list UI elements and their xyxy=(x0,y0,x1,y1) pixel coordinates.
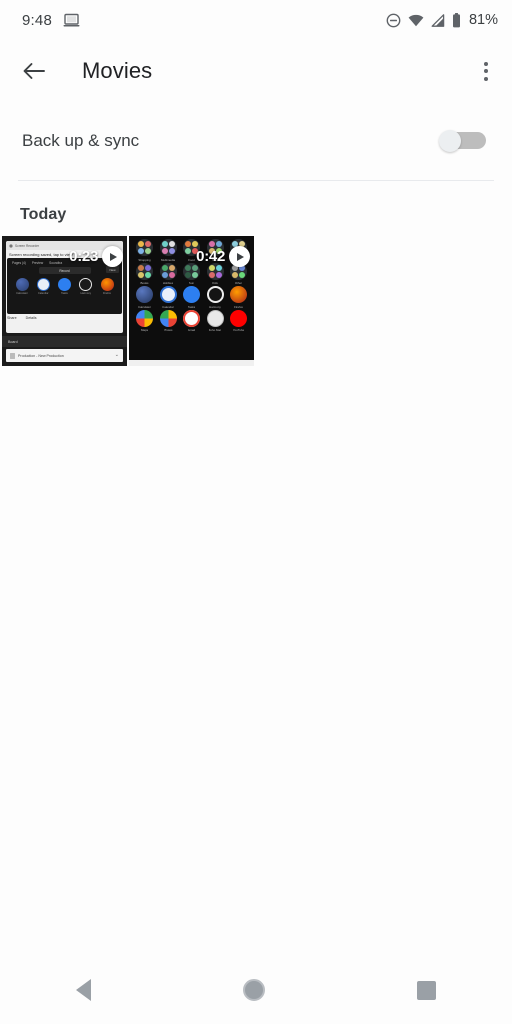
capture-tab: Soundtra xyxy=(49,261,63,265)
drawer-app-label: Gmail xyxy=(187,328,196,332)
video-thumbnail-grid: Screen Recorder Screen recording saved, … xyxy=(0,236,512,366)
capture-dropdown: Production - New Production ⌄ xyxy=(6,349,123,362)
capture-app-icon-calculator: Calculator xyxy=(12,278,32,295)
drawer-folder-books: Books xyxy=(134,262,155,285)
capture-tab: Preview xyxy=(31,261,44,265)
drawer-app-label: Books xyxy=(140,281,149,285)
status-bar-left: 9:48 xyxy=(22,12,80,29)
drawer-app-harmony: Harmony xyxy=(205,286,226,309)
nav-recents-button[interactable] xyxy=(417,980,436,1000)
page-title: Movies xyxy=(82,58,153,83)
drawer-app-calendar: Calendar xyxy=(158,286,179,309)
video-duration: 0:23 xyxy=(69,248,98,265)
drawer-row: Calculator Calendar Tasks Harmony Firefo… xyxy=(132,286,251,309)
capture-app-label: Harmony xyxy=(80,292,92,295)
capture-action-row: Share Details xyxy=(7,316,37,320)
section-header-today: Today xyxy=(20,206,67,223)
capture-dropdown-text: Production - New Production xyxy=(18,353,64,358)
status-bar-clock: 9:48 xyxy=(22,11,52,29)
drawer-app-label: Kids xyxy=(212,281,218,285)
drawer-app-label: Shopping xyxy=(138,257,151,262)
chevron-down-icon: ⌄ xyxy=(114,352,119,358)
nav-back-button[interactable] xyxy=(76,979,91,1001)
capture-app-label: Tasks xyxy=(61,292,68,295)
capture-app-label: Firefox xyxy=(103,292,111,295)
drawer-app-label: Maps xyxy=(140,328,149,332)
drawer-app-label: Zoho Mail xyxy=(208,328,222,332)
toggle-thumb xyxy=(439,130,461,152)
capture-app-icon-calendar: Calendar xyxy=(33,278,53,295)
drawer-app-label: Tasks xyxy=(187,304,196,309)
drawer-app-label: Photos xyxy=(163,328,173,332)
capture-app-label: Calendar xyxy=(37,292,49,295)
overflow-dot xyxy=(484,61,488,66)
laptop-cast-icon xyxy=(63,13,80,28)
play-icon[interactable] xyxy=(102,246,123,267)
capture-tab: Pages (4) xyxy=(12,261,26,265)
back-arrow-icon[interactable] xyxy=(22,61,46,81)
video-overlay: 0:42 xyxy=(196,246,250,267)
drawer-app-youtube: YouTube xyxy=(228,309,249,332)
capture-app-icon-harmony: Harmony xyxy=(76,278,96,295)
capture-corner-button: New xyxy=(106,266,119,273)
drawer-app-calculator: Calculator xyxy=(134,286,155,309)
capture-strip-label: Board xyxy=(2,336,127,347)
status-bar-right: 81% xyxy=(386,12,498,28)
overflow-dot xyxy=(484,69,488,73)
video-thumbnail[interactable]: Screen Recorder Screen recording saved, … xyxy=(2,236,127,366)
do-not-disturb-icon xyxy=(386,13,401,28)
battery-icon xyxy=(452,12,461,28)
backup-and-sync-label: Back up & sync xyxy=(22,131,140,150)
drawer-app-tasks: Tasks xyxy=(181,286,202,309)
drawer-app-label: Calendar xyxy=(162,304,174,309)
drawer-folder-shopping: Shopping xyxy=(134,239,155,262)
capture-app-icon-tasks: Tasks xyxy=(55,278,75,295)
wifi-icon xyxy=(408,14,424,27)
drawer-app-photos: Photos xyxy=(158,309,179,332)
drawer-row: Maps Photos Gmail Zoho Mail YouTube xyxy=(132,309,251,332)
document-icon xyxy=(10,352,15,359)
drawer-app-firefox: Firefox xyxy=(228,286,249,309)
status-bar: 9:48 81% xyxy=(0,0,512,40)
capture-icon-row: Calculator Calendar Tasks Harmony Firefo… xyxy=(10,277,119,295)
video-overlay: 0:23 xyxy=(69,246,123,267)
cellular-signal-icon xyxy=(431,13,445,27)
backup-and-sync-row[interactable]: Back up & sync xyxy=(0,102,512,180)
video-thumbnail[interactable]: Shopping Multimedia Food Tools Life xyxy=(129,236,254,366)
capture-app-icon-firefox: Firefox xyxy=(97,278,117,295)
overflow-dot xyxy=(484,76,488,81)
play-icon[interactable] xyxy=(229,246,250,267)
drawer-app-label: Calculator xyxy=(137,304,151,309)
nav-home-button[interactable] xyxy=(243,979,265,1001)
drawer-app-gmail: Gmail xyxy=(181,309,202,332)
app-bar: Movies xyxy=(0,40,512,102)
drawer-app-maps: Maps xyxy=(134,309,155,332)
capture-record-pill: Record xyxy=(38,267,91,274)
backup-and-sync-toggle[interactable] xyxy=(439,130,486,152)
drawer-folder-multimedia: Multimedia xyxy=(158,239,179,262)
drawer-app-label: Firefox xyxy=(234,304,243,309)
drawer-app-label: Other xyxy=(234,281,243,285)
system-navigation-bar xyxy=(0,956,512,1024)
capture-action-details: Details xyxy=(25,316,37,320)
drawer-app-zoho-mail: Zoho Mail xyxy=(205,309,226,332)
drawer-folder-hobbies: Hobbies xyxy=(158,262,179,285)
capture-app-label: Calculator xyxy=(16,292,28,295)
capture-footer-bar xyxy=(129,360,254,366)
video-duration: 0:42 xyxy=(196,248,225,265)
drawer-app-label: Harmony xyxy=(209,304,221,309)
battery-percent-label: 81% xyxy=(468,12,498,28)
drawer-app-label: Food xyxy=(188,257,195,262)
drawer-app-label: Multimedia xyxy=(161,257,175,262)
drawer-app-label: Hobbies xyxy=(162,281,174,285)
more-vert-icon[interactable] xyxy=(476,54,496,89)
drawer-app-label: YouTube xyxy=(232,328,245,332)
drawer-app-label: Sun xyxy=(188,281,195,285)
capture-action-share: Share xyxy=(7,316,17,320)
capture-window-title: Screen Recorder xyxy=(15,243,40,248)
